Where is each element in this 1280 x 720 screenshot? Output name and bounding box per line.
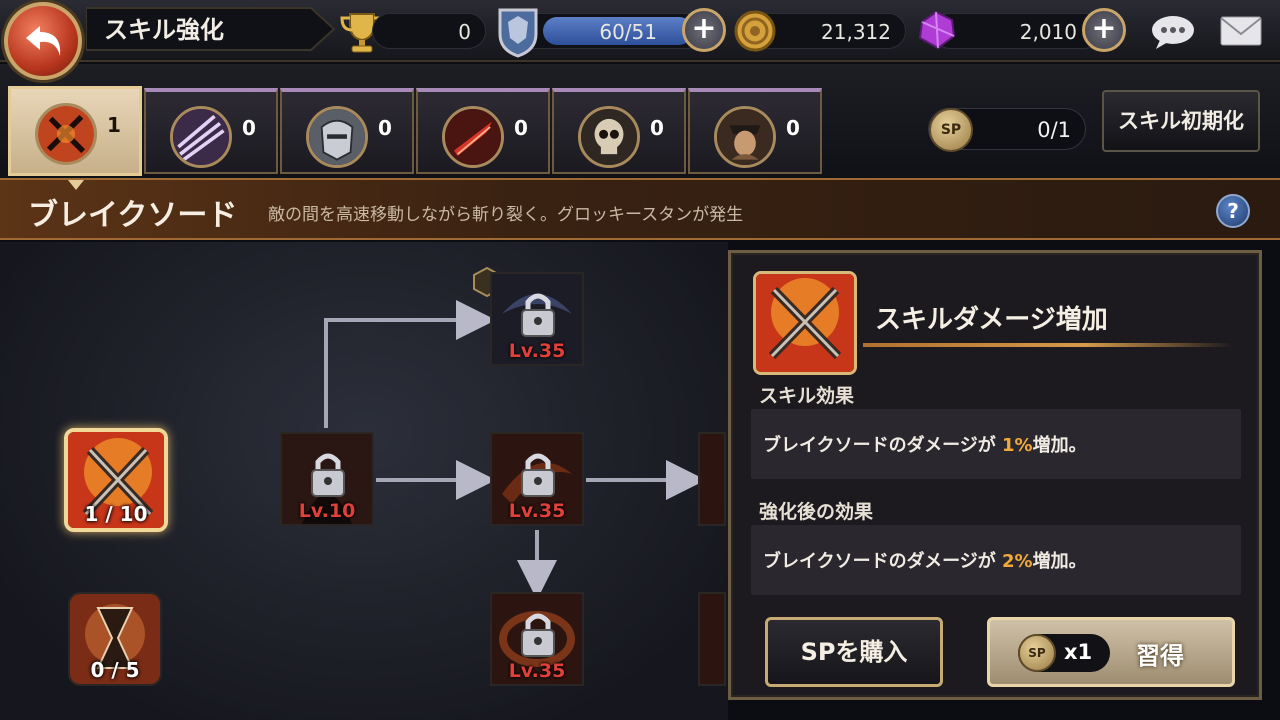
stamina-plus-button[interactable]: + [682,8,726,52]
category-tab-5[interactable]: 0 [552,88,686,174]
detail-title: スキルダメージ増加 [875,305,1108,335]
next-effect-box: ブレイクソードのダメージが 2%増加。 [751,525,1241,595]
required-level: Lv.10 [298,500,356,522]
lock-icon [521,453,555,497]
lock-icon [521,293,555,337]
effect-prefix: ブレイクソードのダメージが [763,435,996,456]
skull-icon [578,106,640,168]
skill-node-damage-up[interactable]: 1 / 10 [64,428,168,532]
category-tab-4[interactable]: 0 [416,88,550,174]
next-prefix: ブレイクソードのダメージが [763,551,996,572]
chat-icon[interactable] [1150,14,1196,50]
next-suffix: 増加。 [1032,551,1087,572]
locked-node-bottom[interactable]: Lv.35 [490,592,584,686]
gold-coin-icon [734,10,776,52]
help-button[interactable]: ? [1216,194,1250,228]
buy-sp-button[interactable]: SPを購入 [765,617,943,687]
red-blade-icon [442,106,504,168]
partial-node-right-2[interactable] [698,592,726,686]
category-tab-6[interactable]: 0 [688,88,822,174]
sp-value: 0/1 [1037,118,1071,142]
title-underline [863,343,1233,347]
category-tab-3[interactable]: 0 [280,88,414,174]
effect-box: ブレイクソードのダメージが 1%増加。 [751,409,1241,479]
locked-node-mid-left[interactable]: Lv.10 [280,432,374,526]
stamina-value: 60/51 [599,20,657,44]
category-tab-2[interactable]: 0 [144,88,278,174]
gem-value: 2,010 [1019,20,1077,44]
lock-icon [521,613,555,657]
sp-counter: SP 0/1 [928,108,1086,152]
category-count: 0 [378,116,392,140]
claw-slash-icon [170,106,232,168]
category-count: 0 [242,116,256,140]
effect-text: ブレイクソードのダメージが 1%増加。 [763,431,1087,457]
required-level: Lv.35 [508,500,566,522]
category-count: 0 [786,116,800,140]
required-level: Lv.35 [508,660,566,682]
skill-description: 敵の間を高速移動しながら斬り裂く。グロッキースタンが発生 [268,205,744,225]
locked-node-top[interactable]: Lv.35 [490,272,584,366]
back-arrow-icon [26,26,61,56]
partial-node-right-1[interactable] [698,432,726,526]
trophy-counter: 0 [372,13,486,49]
helmet-icon [306,106,368,168]
effect-suffix: 増加。 [1032,435,1087,456]
effect-value: 1% [1002,435,1033,456]
learn-label: 習得 [1136,642,1184,670]
category-tab-1[interactable]: 1 [8,86,142,176]
skill-info-bar: ブレイクソード 敵の間を高速移動しながら斬り裂く。グロッキースタンが発生 ? [0,178,1280,240]
next-value: 2% [1002,551,1033,572]
mail-icon[interactable] [1220,16,1262,46]
sp-coin-icon: SP [929,108,973,152]
break-sword-icon [35,103,97,165]
skill-detail-panel: スキルダメージ増加 スキル効果 ブレイクソードのダメージが 1%増加。 強化後の… [728,250,1262,700]
skill-category-row: 1 0 0 0 0 0 SP 0/1 スキル初期化 [0,64,1280,178]
required-level: Lv.35 [508,340,566,362]
effect-label: スキル効果 [759,385,855,407]
learn-cost: SP x1 [1018,634,1110,672]
active-tab-pointer [68,180,84,190]
gold-value: 21,312 [821,20,891,44]
lock-icon [311,453,345,497]
node-level: 1 / 10 [84,502,148,526]
detail-skill-icon [753,271,857,375]
gem-icon [918,10,956,50]
crossed-swords-fire-icon [756,274,854,372]
skill-reset-button[interactable]: スキル初期化 [1102,90,1260,152]
trophy-value: 0 [458,20,471,44]
page-title: スキル強化 [104,16,224,44]
learn-cost-value: x1 [1064,640,1093,664]
warrior-portrait-icon [714,106,776,168]
sp-coin-icon: SP [1018,634,1056,672]
skill-name: ブレイクソード [28,198,238,233]
learn-button[interactable]: SP x1 習得 [987,617,1235,687]
shield-emblem-icon [498,8,538,58]
category-count: 0 [650,116,664,140]
next-effect-text: ブレイクソードのダメージが 2%増加。 [763,547,1087,573]
skill-node-hourglass[interactable]: 0 / 5 [68,592,162,686]
gem-plus-button[interactable]: + [1082,8,1126,52]
top-bar: スキル強化 0 60/51 + 21,312 2,010 + [0,0,1280,62]
category-count: 1 [107,113,121,137]
locked-node-mid-center[interactable]: Lv.35 [490,432,584,526]
next-effect-label: 強化後の効果 [759,501,874,523]
category-count: 0 [514,116,528,140]
node-level: 0 / 5 [90,658,140,682]
back-button[interactable] [4,2,82,80]
